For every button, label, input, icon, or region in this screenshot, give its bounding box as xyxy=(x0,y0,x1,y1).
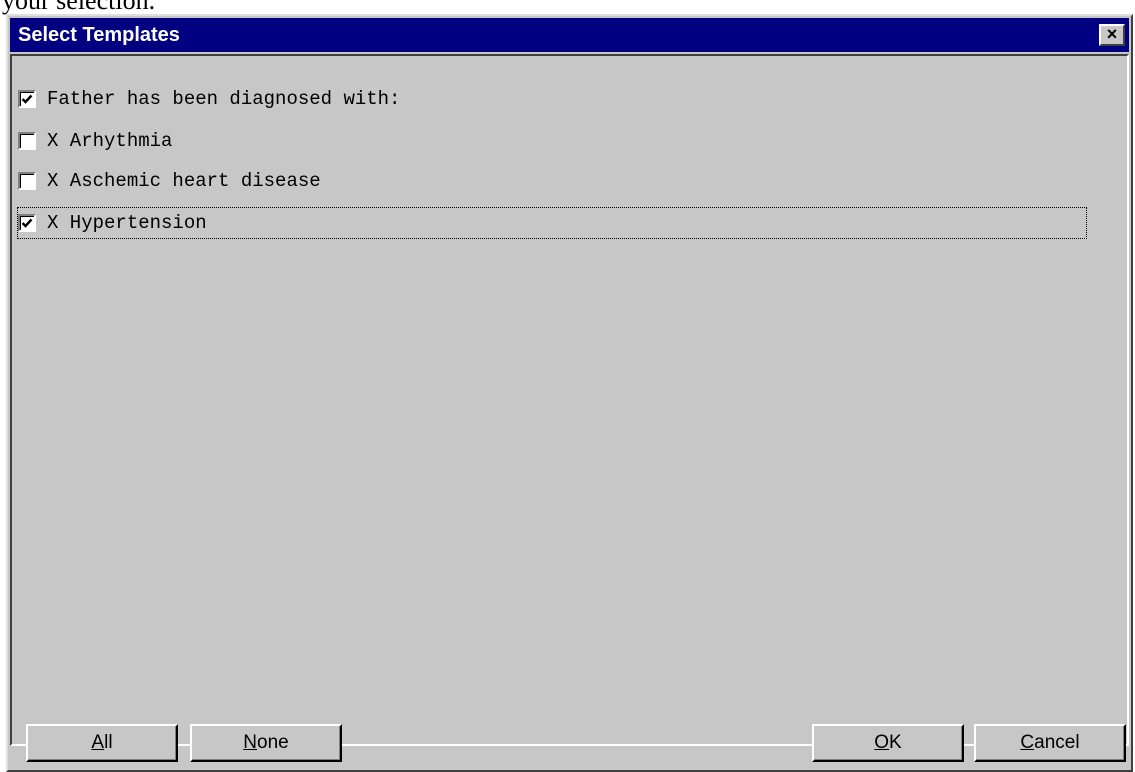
close-icon: × xyxy=(1106,24,1118,44)
checkbox[interactable] xyxy=(18,90,36,108)
dialog-title: Select Templates xyxy=(18,24,180,46)
none-button[interactable]: None xyxy=(190,724,342,762)
cancel-button[interactable]: Cancel xyxy=(974,724,1126,762)
all-button[interactable]: All xyxy=(26,724,178,762)
checkbox[interactable] xyxy=(18,214,36,232)
template-checklist: Father has been diagnosed with: X Arhyth… xyxy=(10,54,1129,746)
list-item-label: X Hypertension xyxy=(47,212,207,234)
list-item-label: X Aschemic heart disease xyxy=(47,170,321,192)
title-bar[interactable]: Select Templates × xyxy=(10,18,1129,52)
list-item[interactable]: Father has been diagnosed with: xyxy=(18,84,400,114)
list-item[interactable]: X Hypertension xyxy=(17,207,1087,239)
all-button-label: ll xyxy=(104,732,113,753)
list-item[interactable]: X Arhythmia xyxy=(18,126,172,156)
ok-button[interactable]: OK xyxy=(812,724,964,762)
cancel-button-mnemonic: C xyxy=(1020,732,1035,753)
checkbox[interactable] xyxy=(18,132,36,150)
none-button-label: one xyxy=(257,732,289,753)
ok-button-mnemonic: O xyxy=(874,732,890,753)
all-button-mnemonic: A xyxy=(91,732,105,753)
select-templates-dialog: Select Templates × Father has been diagn… xyxy=(6,14,1133,772)
ok-button-label: K xyxy=(889,732,902,753)
checkmark-icon xyxy=(21,94,33,104)
list-item[interactable]: X Aschemic heart disease xyxy=(18,166,321,196)
close-button[interactable]: × xyxy=(1099,24,1125,46)
cancel-button-label: ancel xyxy=(1034,732,1080,753)
list-item-label: X Arhythmia xyxy=(47,130,173,152)
list-item-label: Father has been diagnosed with: xyxy=(47,88,401,110)
checkbox[interactable] xyxy=(18,172,36,190)
checkmark-icon xyxy=(21,218,33,228)
none-button-mnemonic: N xyxy=(243,732,258,753)
